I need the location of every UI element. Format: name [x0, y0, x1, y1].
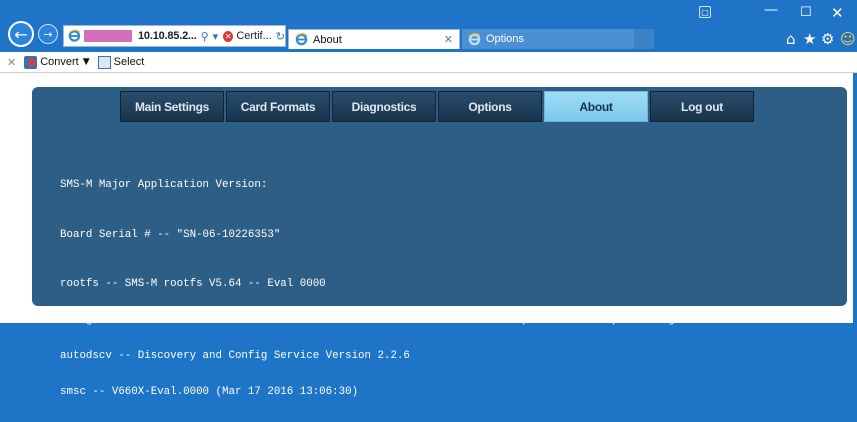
select-icon[interactable]: [97, 55, 111, 69]
address-bar[interactable]: 10.10.85.2... ⚲ ▾ ✕ Certif... ↻: [63, 25, 286, 47]
minimize-button[interactable]: —: [764, 2, 778, 18]
menu-options[interactable]: Options: [438, 91, 542, 122]
browser-titlebar: ← → 10.10.85.2... ⚲ ▾ ✕ Certif... ↻ Abou…: [0, 0, 857, 52]
command-bar: ✕ Convert ▼ Select: [0, 52, 857, 73]
menu-about[interactable]: About: [544, 91, 648, 122]
smsc-text: smsc -- V660X-Eval.0000 (Mar 17 2016 13:…: [60, 386, 359, 398]
select-button[interactable]: Select: [114, 56, 145, 68]
favorites-star-icon[interactable]: ★: [803, 30, 816, 48]
ie-logo-icon: [68, 29, 81, 42]
close-toolbar-icon[interactable]: ✕: [7, 56, 16, 69]
gear-icon[interactable]: ⚙: [821, 30, 834, 48]
version-info: SMS-M Major Application Version: Board S…: [60, 155, 845, 422]
close-tab-icon[interactable]: ✕: [444, 33, 453, 46]
tab-options[interactable]: Options: [462, 29, 654, 49]
home-icon[interactable]: ⌂: [786, 30, 796, 48]
close-window-button[interactable]: ✕: [831, 4, 844, 22]
autodscv-text: autodscv -- Discovery and Config Service…: [60, 350, 410, 362]
certificate-label[interactable]: Certif...: [236, 30, 271, 42]
rootfs-text: rootfs -- SMS-M rootfs V5.64 -- Eval 000…: [60, 278, 326, 290]
tab-label: Options: [486, 33, 524, 45]
address-redaction: [83, 30, 132, 42]
address-url: 10.10.85.2...: [138, 30, 197, 42]
certificate-error-icon[interactable]: ✕: [223, 30, 234, 42]
back-button[interactable]: ←: [8, 21, 34, 47]
menu-log-out[interactable]: Log out: [650, 91, 754, 122]
maximize-button[interactable]: ☐: [800, 5, 812, 20]
convert-dropdown-icon[interactable]: ▼: [83, 57, 90, 67]
convert-button[interactable]: Convert: [40, 56, 79, 68]
board-serial-text: Board Serial # -- "SN-06-10226353": [60, 229, 281, 241]
refresh-icon[interactable]: ↻: [276, 30, 285, 43]
new-tab-button[interactable]: [634, 29, 654, 49]
uimage-text: uImage -- Linux VSMS-10226353 3.10.4 #41…: [60, 314, 747, 326]
search-icon[interactable]: ⚲: [201, 30, 209, 43]
tab-label: About: [313, 33, 342, 46]
feedback-smiley-icon[interactable]: ☺: [840, 30, 856, 48]
menu-card-formats[interactable]: Card Formats: [226, 91, 330, 122]
tab-about[interactable]: About ✕: [288, 29, 460, 49]
tablet-mode-icon[interactable]: ▢: [699, 6, 711, 18]
forward-button[interactable]: →: [38, 24, 58, 44]
app-version-text: SMS-M Major Application Version:: [60, 179, 268, 191]
menu-main-settings[interactable]: Main Settings: [120, 91, 224, 122]
menu-diagnostics[interactable]: Diagnostics: [332, 91, 436, 122]
about-panel: Main Settings Card Formats Diagnostics O…: [32, 87, 847, 398]
pdf-convert-icon[interactable]: [24, 55, 38, 69]
main-menu: Main Settings Card Formats Diagnostics O…: [120, 91, 756, 122]
arrow-right-icon: →: [43, 27, 53, 41]
arrow-left-icon: ←: [14, 24, 28, 44]
ie-logo-icon: [295, 33, 308, 46]
ie-logo-icon: [468, 32, 481, 45]
dropdown-icon[interactable]: ▾: [213, 30, 219, 43]
page-content: Main Settings Card Formats Diagnostics O…: [0, 73, 857, 398]
